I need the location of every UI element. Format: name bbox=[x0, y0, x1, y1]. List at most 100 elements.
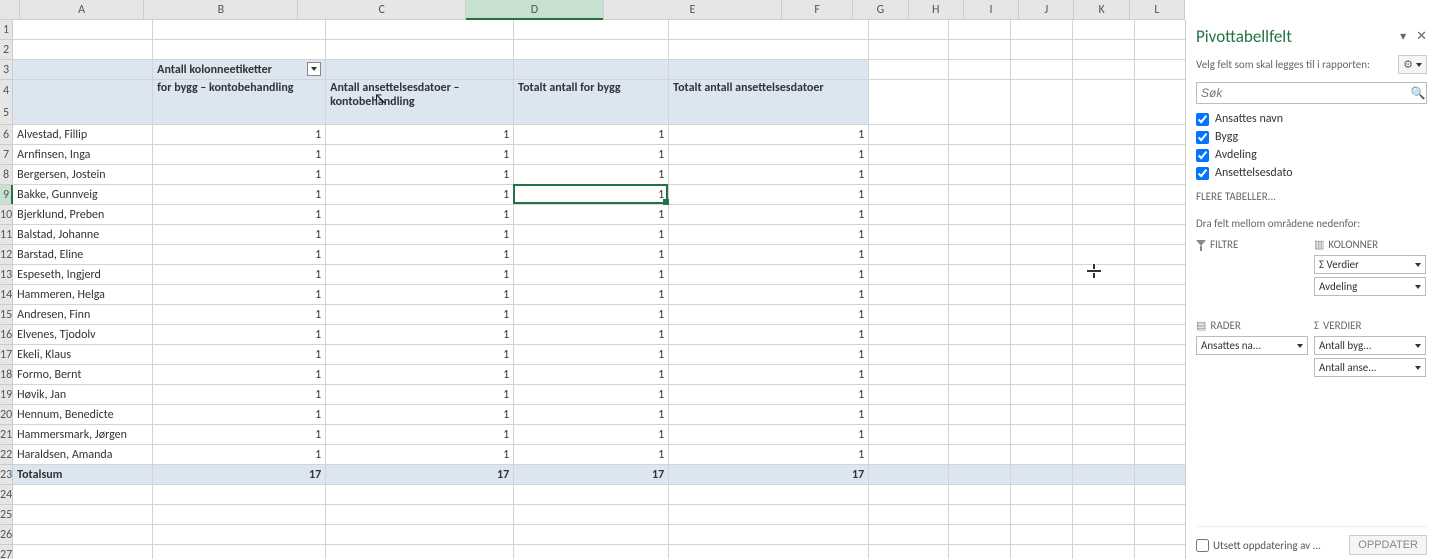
cell[interactable] bbox=[1011, 265, 1073, 285]
data-cell[interactable]: 1 bbox=[669, 385, 869, 405]
cell[interactable] bbox=[869, 20, 949, 40]
cell[interactable] bbox=[949, 545, 1011, 559]
cell[interactable] bbox=[153, 40, 326, 60]
cell[interactable] bbox=[869, 285, 949, 305]
row-label[interactable]: Hennum, Benedicte bbox=[13, 405, 153, 425]
gear-icon[interactable]: ⚙ bbox=[1398, 55, 1427, 74]
field-item[interactable]: Ansettelsesdato bbox=[1196, 164, 1427, 182]
cell[interactable] bbox=[1135, 20, 1185, 40]
row-label[interactable]: Haraldsen, Amanda bbox=[13, 445, 153, 465]
cell[interactable] bbox=[669, 505, 869, 525]
data-cell[interactable]: 1 bbox=[514, 225, 669, 245]
cell[interactable] bbox=[669, 485, 869, 505]
cell[interactable] bbox=[869, 485, 949, 505]
row-header-14[interactable]: 14 bbox=[0, 285, 13, 305]
totals-cell[interactable]: 17 bbox=[669, 465, 869, 485]
cell[interactable] bbox=[1011, 80, 1073, 125]
cell[interactable] bbox=[949, 40, 1011, 60]
data-cell[interactable]: 1 bbox=[153, 445, 326, 465]
cell[interactable] bbox=[949, 145, 1011, 165]
row-header-19[interactable]: 19 bbox=[0, 385, 13, 405]
cell[interactable] bbox=[1073, 225, 1135, 245]
cell[interactable] bbox=[1011, 125, 1073, 145]
row-header-8[interactable]: 8 bbox=[0, 165, 13, 185]
cell[interactable] bbox=[514, 40, 669, 60]
data-cell[interactable]: 1 bbox=[153, 125, 326, 145]
data-cell[interactable]: 1 bbox=[669, 145, 869, 165]
data-cell[interactable]: 1 bbox=[153, 185, 326, 205]
cell[interactable] bbox=[869, 265, 949, 285]
cell[interactable] bbox=[949, 345, 1011, 365]
row-header-21[interactable]: 21 bbox=[0, 425, 13, 445]
data-cell[interactable]: 1 bbox=[514, 345, 669, 365]
cell[interactable] bbox=[869, 125, 949, 145]
cell[interactable] bbox=[514, 60, 669, 80]
select-all-corner[interactable] bbox=[0, 0, 20, 19]
data-cell[interactable]: 1 bbox=[514, 445, 669, 465]
data-cell[interactable]: 1 bbox=[514, 145, 669, 165]
cell[interactable] bbox=[869, 365, 949, 385]
cell[interactable] bbox=[869, 145, 949, 165]
data-cell[interactable]: 1 bbox=[669, 285, 869, 305]
cell[interactable] bbox=[1135, 185, 1185, 205]
cell[interactable] bbox=[13, 485, 153, 505]
cell[interactable] bbox=[1135, 40, 1185, 60]
data-cell[interactable]: 1 bbox=[326, 325, 514, 345]
cell[interactable] bbox=[869, 225, 949, 245]
cell[interactable] bbox=[1073, 285, 1135, 305]
row-label[interactable]: Bjerklund, Preben bbox=[13, 205, 153, 225]
cell[interactable] bbox=[1073, 545, 1135, 559]
row-header-16[interactable]: 16 bbox=[0, 325, 13, 345]
data-cell[interactable]: 1 bbox=[514, 405, 669, 425]
data-cell[interactable]: 1 bbox=[326, 305, 514, 325]
cell[interactable] bbox=[1135, 145, 1185, 165]
cell[interactable] bbox=[949, 165, 1011, 185]
data-cell[interactable]: 1 bbox=[669, 185, 869, 205]
cell[interactable] bbox=[1135, 265, 1185, 285]
cell[interactable] bbox=[1073, 465, 1135, 485]
area-field[interactable]: Σ Verdier bbox=[1314, 255, 1426, 274]
row-header-1[interactable]: 1 bbox=[0, 20, 13, 40]
data-cell[interactable]: 1 bbox=[326, 445, 514, 465]
cell[interactable] bbox=[1135, 225, 1185, 245]
cell[interactable] bbox=[1135, 125, 1185, 145]
row-labels-header[interactable] bbox=[13, 80, 153, 125]
data-cell[interactable]: 1 bbox=[326, 365, 514, 385]
data-cell[interactable]: 1 bbox=[514, 365, 669, 385]
cell[interactable] bbox=[1073, 505, 1135, 525]
field-item[interactable]: Avdeling bbox=[1196, 146, 1427, 164]
cell[interactable] bbox=[1011, 165, 1073, 185]
cell[interactable] bbox=[326, 525, 514, 545]
data-cell[interactable]: 1 bbox=[326, 405, 514, 425]
row-header-12[interactable]: 12 bbox=[0, 245, 13, 265]
cell[interactable] bbox=[1011, 20, 1073, 40]
cell[interactable] bbox=[1011, 365, 1073, 385]
row-header-10[interactable]: 10 bbox=[0, 205, 13, 225]
defer-update-checkbox[interactable]: Utsett oppdatering av ... bbox=[1196, 539, 1321, 552]
row-label[interactable]: Bakke, Gunnveig bbox=[13, 185, 153, 205]
cell[interactable] bbox=[949, 265, 1011, 285]
cell[interactable] bbox=[1135, 165, 1185, 185]
cell[interactable] bbox=[1011, 545, 1073, 559]
cell[interactable] bbox=[949, 285, 1011, 305]
data-cell[interactable]: 1 bbox=[153, 225, 326, 245]
row-label[interactable]: Balstad, Johanne bbox=[13, 225, 153, 245]
cell[interactable] bbox=[1135, 545, 1185, 559]
cell[interactable] bbox=[949, 80, 1011, 125]
cell[interactable] bbox=[514, 525, 669, 545]
cell[interactable] bbox=[514, 485, 669, 505]
col-header-C[interactable]: C bbox=[298, 0, 465, 19]
data-cell[interactable]: 1 bbox=[326, 125, 514, 145]
cell[interactable] bbox=[13, 545, 153, 559]
search-input-wrap[interactable]: 🔍 bbox=[1196, 82, 1427, 104]
col-header-G[interactable]: G bbox=[853, 0, 908, 19]
cell[interactable] bbox=[869, 525, 949, 545]
cells[interactable]: Antall kolonneetiketterfor bygg – kontob… bbox=[13, 20, 1185, 559]
cell[interactable] bbox=[1073, 205, 1135, 225]
more-tables-link[interactable]: FLERE TABELLER... bbox=[1196, 190, 1427, 203]
area-columns[interactable]: KOLONNER Σ VerdierAvdeling bbox=[1314, 236, 1426, 313]
cell[interactable] bbox=[869, 60, 949, 80]
row-header-9[interactable]: 9 bbox=[0, 185, 13, 205]
cell[interactable] bbox=[1135, 385, 1185, 405]
row-header-7[interactable]: 7 bbox=[0, 145, 13, 165]
